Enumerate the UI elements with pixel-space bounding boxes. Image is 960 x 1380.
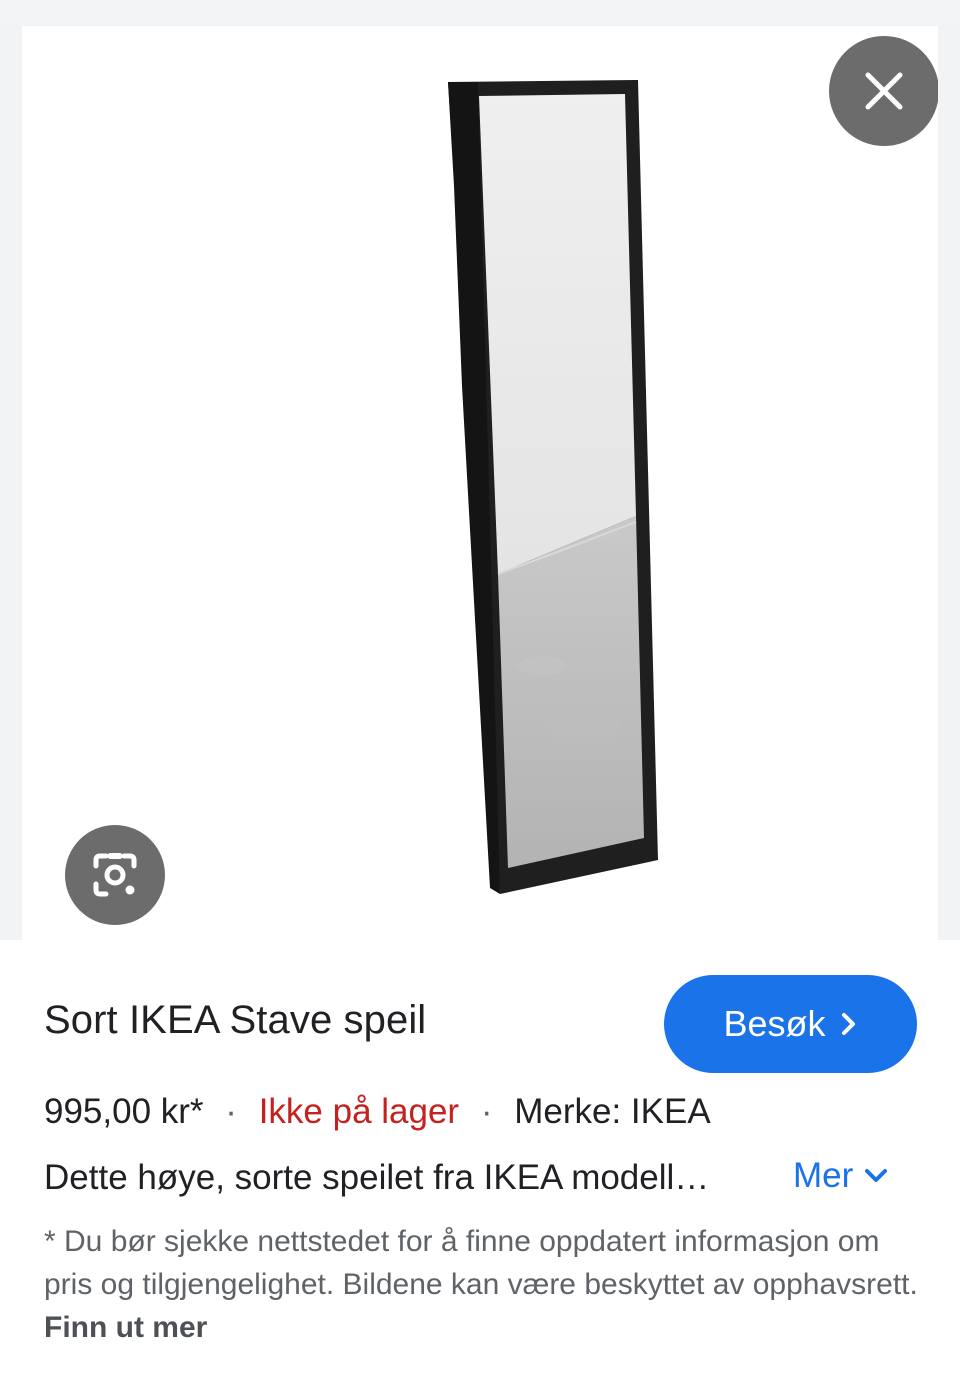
chevron-down-icon bbox=[863, 1167, 889, 1185]
product-title: Sort IKEA Stave speil bbox=[44, 998, 427, 1042]
top-strip bbox=[0, 0, 960, 26]
lens-search-button[interactable] bbox=[65, 825, 165, 925]
chevron-right-icon bbox=[840, 1011, 858, 1037]
visit-button-label: Besøk bbox=[723, 1003, 826, 1044]
mirror-photo bbox=[448, 80, 658, 894]
close-button[interactable] bbox=[829, 36, 938, 146]
product-description: Dette høye, sorte speilet fra IKEA model… bbox=[44, 1158, 710, 1197]
lens-search-icon bbox=[93, 853, 137, 897]
more-button[interactable]: Mer bbox=[793, 1156, 889, 1196]
meta-separator: · bbox=[225, 1092, 237, 1131]
close-icon bbox=[865, 72, 903, 110]
meta-separator: · bbox=[480, 1092, 493, 1131]
stock-status: Ikke på lager bbox=[258, 1092, 460, 1131]
disclaimer: * Du bør sjekke nettstedet for å finne o… bbox=[44, 1220, 924, 1349]
visit-button[interactable]: Besøk bbox=[664, 975, 917, 1073]
product-price: 995,00 kr* bbox=[44, 1092, 204, 1131]
product-brand: Merke: IKEA bbox=[514, 1092, 711, 1131]
product-info-panel: Sort IKEA Stave speil Besøk 995,00 kr* ·… bbox=[0, 940, 960, 1380]
right-margin bbox=[938, 26, 960, 940]
image-result-viewer: Sort IKEA Stave speil Besøk 995,00 kr* ·… bbox=[0, 0, 960, 1380]
product-image[interactable] bbox=[22, 26, 938, 940]
disclaimer-text: * Du bør sjekke nettstedet for å finne o… bbox=[44, 1225, 918, 1301]
learn-more-link[interactable]: Finn ut mer bbox=[44, 1311, 207, 1344]
more-label: Mer bbox=[793, 1156, 854, 1195]
left-margin bbox=[0, 26, 22, 940]
product-meta: 995,00 kr* · Ikke på lager · Merke: IKEA bbox=[44, 1092, 711, 1132]
